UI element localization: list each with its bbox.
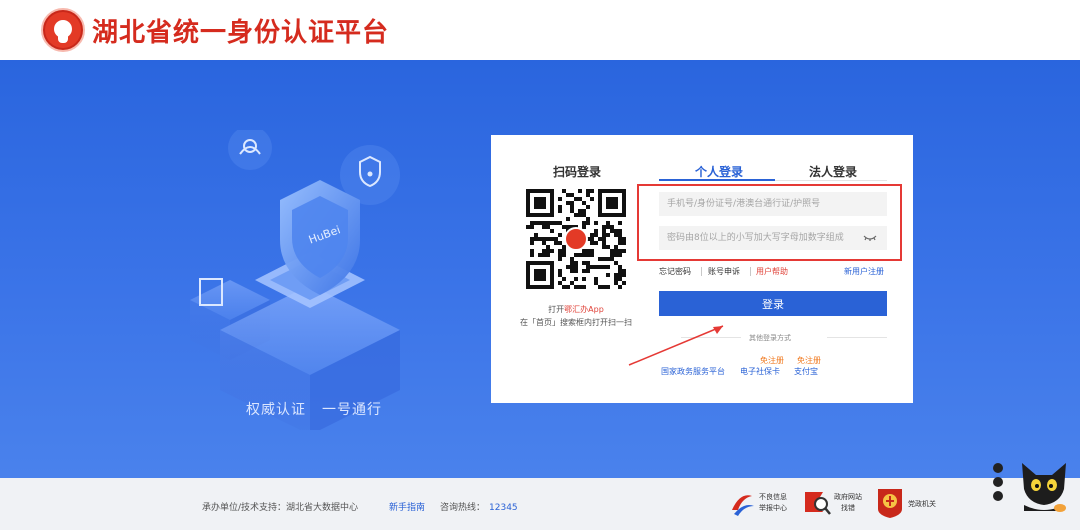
gov-line2: 找错 (841, 504, 855, 512)
footer-support-text: 承办单位/技术支持：湖北省大数据中心 (202, 503, 359, 513)
report-center-label[interactable]: 不良信息 举报中心 (759, 492, 787, 514)
link-separator (750, 267, 751, 276)
hero-slogan: 权威认证 一号通行 (246, 399, 382, 419)
new-user-register-link[interactable]: 新用户注册 (844, 266, 884, 277)
user-help-link[interactable]: 用户帮助 (756, 266, 788, 277)
account-appeal-link[interactable]: 账号申诉 (708, 266, 740, 277)
annotation-arrow-icon (628, 325, 724, 366)
report-center-icon[interactable] (728, 490, 756, 518)
party-gov-label[interactable]: 党政机关 (908, 499, 936, 509)
qr-login-title: 扫码登录 (553, 165, 602, 179)
login-button[interactable]: 登录 (659, 291, 887, 316)
other-login-methods-label: 其他登录方式 (749, 334, 791, 342)
slogan-authority: 权威认证 (246, 402, 306, 418)
qr-hint-app[interactable]: 鄂汇办App (564, 305, 604, 314)
qr-logo-badge-icon (564, 227, 588, 251)
login-qr-code[interactable] (526, 189, 626, 289)
hotline: 咨询热线： 12345 (440, 500, 518, 513)
qr-hint-line1: 打开鄂汇办App (491, 304, 661, 315)
report-line2: 举报中心 (759, 504, 787, 512)
alipay-login[interactable]: 支付宝 (794, 366, 818, 377)
floating-toolbar (990, 463, 1006, 507)
site-title: 湖北省统一身份认证平台 (92, 18, 390, 48)
hotline-label: 咨询热线： (440, 503, 486, 513)
contrast-toggle-icon[interactable] (993, 477, 1003, 487)
gov-line1: 政府网站 (834, 493, 862, 501)
gov-site-error-icon[interactable] (802, 488, 832, 518)
page-footer: 承办单位/技术支持：湖北省大数据中心 新手指南 咨询热线： 12345 不良信息举… (0, 478, 1080, 530)
accessibility-icon[interactable] (993, 491, 1003, 501)
other-methods-divider-right (827, 337, 887, 338)
tab-legal-login[interactable]: 法人登录 (809, 163, 857, 180)
forgot-password-link[interactable]: 忘记密码 (659, 266, 691, 277)
link-separator (701, 267, 702, 276)
hubei-shield-illustration-icon: HuBei (190, 130, 400, 430)
newbie-guide-link[interactable]: 新手指南 (389, 500, 425, 513)
gov-site-error-label[interactable]: 政府网站 找错 (834, 492, 862, 514)
e-social-card-login[interactable]: 电子社保卡 (740, 366, 780, 377)
active-tab-indicator (659, 179, 775, 181)
zoom-toggle-icon[interactable] (993, 463, 1003, 473)
report-line1: 不良信息 (759, 493, 787, 501)
assistant-mascot-icon[interactable] (1014, 455, 1074, 515)
alipay-free-tag: 免注册 (797, 356, 821, 365)
party-gov-badge-icon[interactable] (876, 487, 904, 519)
hotline-number: 12345 (489, 503, 518, 513)
highlight-annotation-box (637, 184, 902, 261)
qr-hint-prefix: 打开 (548, 305, 565, 314)
top-header: 湖北省统一身份认证平台 (0, 0, 1080, 60)
social-card-free-tag: 免注册 (760, 356, 784, 365)
tab-personal-login[interactable]: 个人登录 (695, 163, 743, 180)
site-logo[interactable] (41, 8, 85, 52)
slogan-one-account: 一号通行 (322, 402, 382, 418)
